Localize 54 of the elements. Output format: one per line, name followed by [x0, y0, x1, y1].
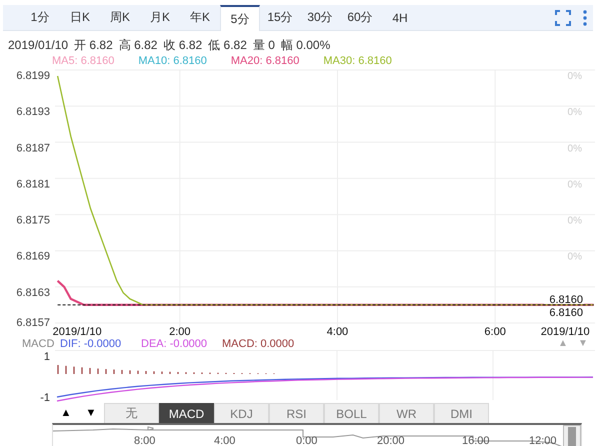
period-tab[interactable]: 日K	[60, 5, 100, 30]
quote-date: 2019/01/10	[8, 38, 68, 52]
navigator-label: 20:00	[377, 435, 405, 446]
period-tab[interactable]: 周K	[100, 5, 140, 30]
indicator-tab[interactable]: KDJ	[214, 403, 269, 423]
navigator-label: 4:00	[214, 435, 236, 446]
ma-legend: MA10: 6.8160	[138, 55, 207, 67]
navigator-label: 8:00	[134, 435, 156, 446]
y-axis-label: 6.8157	[16, 317, 50, 329]
y-axis-label: -1	[40, 392, 50, 403]
y-axis-label: 6.8181	[16, 178, 50, 190]
y-axis-label: 1	[44, 351, 50, 363]
x-axis-label: 2019/1/10	[540, 326, 590, 338]
indicator-tab[interactable]: DMI	[434, 403, 489, 423]
price-tag: 6.8160	[549, 306, 583, 319]
navigator-label: 0:00	[296, 435, 318, 446]
price-tag: 6.8160	[549, 294, 583, 306]
quote-field: 开 6.82	[74, 36, 113, 54]
indicator-legend: DIF: -0.0000	[60, 338, 141, 350]
period-tab[interactable]: 5分	[220, 5, 260, 31]
period-tab[interactable]: 4H	[380, 5, 420, 30]
indicator-legend: DEA: -0.0000	[141, 338, 222, 350]
indicator-tab[interactable]: 无	[104, 403, 159, 423]
ma-legend: MA5: 6.8160	[52, 55, 114, 67]
ma-legend: MA30: 6.8160	[323, 55, 392, 67]
indicator-legend: MACD: 0.0000	[222, 338, 303, 350]
y-axis-label: 6.8193	[16, 106, 50, 118]
period-tab[interactable]: 15分	[260, 5, 300, 30]
period-tab[interactable]: 30分	[300, 5, 340, 30]
quote-field: 幅 0.00%	[280, 36, 330, 54]
ma-legend: MA20: 6.8160	[230, 55, 300, 67]
y-axis-label: 6.8199	[16, 70, 50, 82]
indicator-tab[interactable]: MACD	[159, 403, 214, 423]
quote-field: 高 6.82	[118, 36, 158, 54]
indicator-title: MACD	[22, 338, 56, 350]
range-handle[interactable]	[563, 425, 581, 446]
quote-field: 低 6.82	[208, 36, 247, 54]
x-axis-label: 2019/1/10	[52, 326, 102, 338]
period-tab[interactable]: 1分	[20, 5, 60, 30]
x-axis-label: 6:00	[484, 326, 506, 338]
quote-field: 收 6.82	[163, 36, 202, 54]
indicator-tab[interactable]: RSI	[269, 403, 324, 423]
indicator-tab[interactable]: BOLL	[324, 403, 379, 423]
quote-field: 量 0	[252, 36, 275, 54]
period-tab[interactable]: 60分	[340, 5, 380, 30]
period-tab[interactable]: 年K	[180, 5, 220, 30]
y-axis-label: 6.8175	[16, 214, 50, 227]
x-axis-label: 4:00	[326, 326, 348, 338]
indicator-tab[interactable]: WR	[379, 403, 434, 423]
period-tab[interactable]: 月K	[140, 5, 180, 30]
y-axis-label: 6.8169	[16, 250, 50, 263]
x-axis-label: 2:00	[169, 326, 191, 338]
y-axis-label: 6.8187	[16, 142, 50, 154]
y-axis-label: 6.8163	[16, 286, 50, 299]
